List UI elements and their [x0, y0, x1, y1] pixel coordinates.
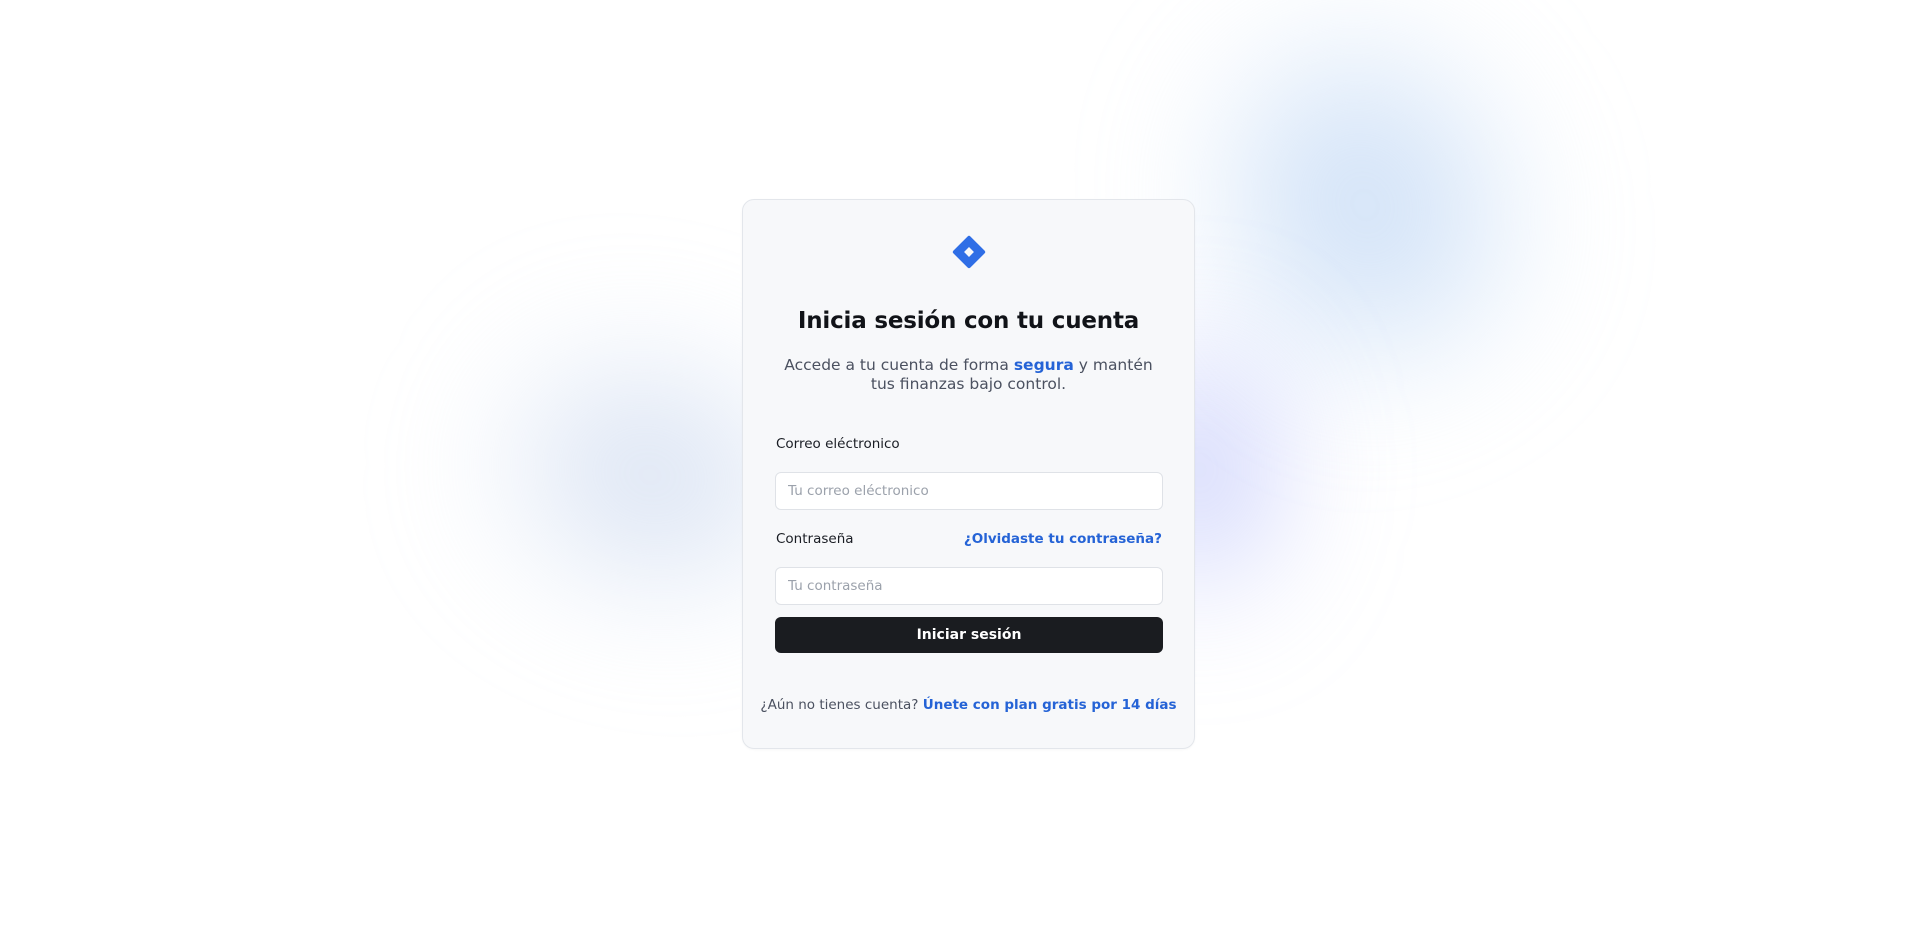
- page-title: Inicia sesión con tu cuenta: [797, 308, 1140, 334]
- subtitle-accent: segura: [1013, 356, 1074, 374]
- diamond-logo-icon: [952, 235, 985, 269]
- signup-link[interactable]: Únete con plan gratis por 14 días: [923, 697, 1177, 713]
- password-label: Contraseña: [776, 531, 854, 547]
- subtitle: Accede a tu cuenta de forma segura y man…: [773, 356, 1164, 394]
- logo: [743, 232, 1194, 272]
- email-field[interactable]: [775, 472, 1163, 510]
- sign-in-button[interactable]: Iniciar sesión: [775, 617, 1163, 653]
- signup-prompt: ¿Aún no tienes cuenta? Únete con plan gr…: [743, 697, 1194, 713]
- email-label: Correo eléctronico: [776, 436, 900, 452]
- forgot-password-link[interactable]: ¿Olvidaste tu contraseña?: [964, 531, 1162, 547]
- background-blob-blue: [1138, 0, 1592, 447]
- signup-prompt-text: ¿Aún no tienes cuenta?: [760, 697, 919, 713]
- subtitle-text-start: Accede a tu cuenta de forma: [784, 356, 1014, 374]
- password-field[interactable]: [775, 567, 1163, 605]
- page-background: Inicia sesión con tu cuenta Accede a tu …: [0, 0, 1920, 943]
- login-card: Inicia sesión con tu cuenta Accede a tu …: [742, 199, 1195, 749]
